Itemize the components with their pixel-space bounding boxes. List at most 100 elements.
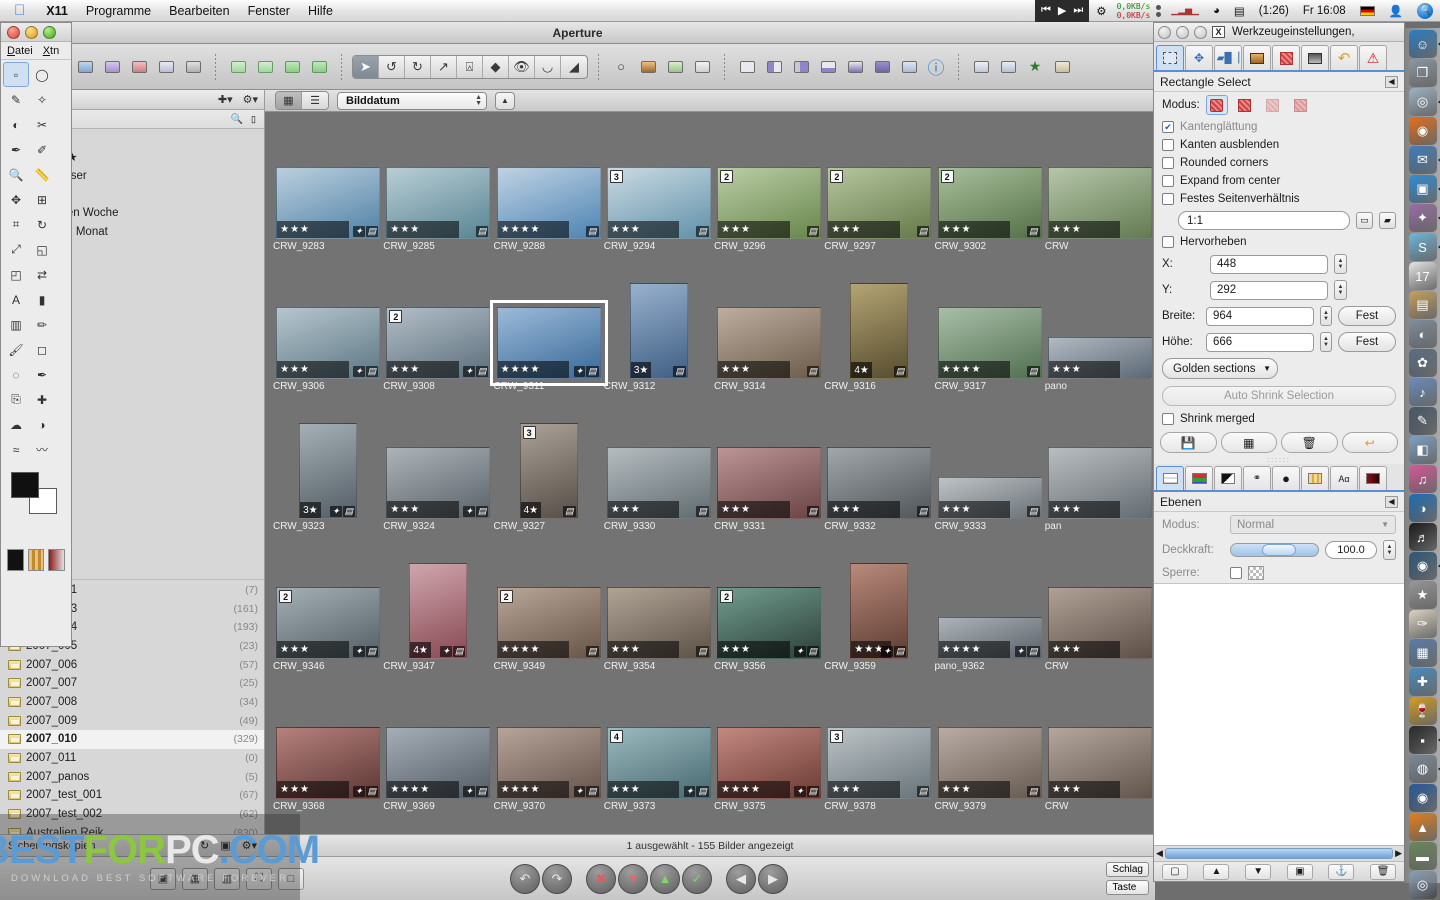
gradients-icon[interactable] [1359,466,1387,490]
sidebar-collapse-icon[interactable]: ▯ [251,114,256,125]
new-book-icon[interactable] [154,55,178,79]
shortcut-button[interactable]: Taste [1106,880,1149,895]
cpu-monitor-icon[interactable] [1153,4,1164,17]
undo-icon[interactable]: ↶ [1330,45,1358,70]
gimp-tool-grid[interactable]: ▫ ◯ ✎ ✧ ◐ ✂ ✒ ✐ 🔍 📏 ✥ ⊞ ⌗ ↻ ⤢ ◱ ◰ ⇄ A ▮ ▥ ✏ 🖌 ◻ ◌ ✒ ⎘ ✚ ☁ ◑ ≈ 〰 [1,60,71,464]
aperture-titlebar[interactable]: Aperture [0,22,1155,44]
thumbnail-cell[interactable]: ★★★ ▤ CRW_9332 [824,447,934,532]
rect-select-icon[interactable]: ▫ [3,62,29,87]
rating-badge[interactable]: 4★ [410,642,431,658]
mode-row[interactable]: Modus: [1154,92,1404,118]
safari-icon[interactable]: ◎ [1408,88,1440,116]
thumbnail-cell[interactable]: ★★★ CRW [1045,587,1155,672]
thumbnail-image[interactable]: ★★★ ▤ [717,307,822,379]
new-layer-icon[interactable]: ▢ [1161,863,1188,880]
fixed-button[interactable]: Fest [1337,332,1396,352]
thumbnail-image[interactable]: ★★★ ✦ ▤ [276,727,381,799]
select-arrow-icon[interactable]: ➤ [353,55,379,78]
sidebar-item-project[interactable]: 2007_test_001 (67) [0,786,264,805]
ichat-icon[interactable]: ▣ [1408,175,1440,203]
handbrake-icon[interactable]: 🍷 [1408,697,1437,725]
align-icon[interactable]: ⊞ [29,187,55,212]
rating-badge[interactable]: ★★★ [1048,781,1121,798]
metadata-badge-icon[interactable]: ▤ [1027,226,1040,237]
check-green-2-icon[interactable] [253,55,277,79]
thumbnail-cell[interactable]: 2 ★★★ ▤ CRW_9302 [935,167,1045,252]
stack-badge[interactable]: 3 [830,730,844,743]
zoom-button[interactable] [43,25,56,39]
opacity-stepper[interactable]: ▲ ▼ [1383,540,1396,560]
worldclock-icon[interactable]: ◍ [1408,755,1440,783]
thumbnail-cell[interactable]: ★★★ ▤ CRW_9354 [604,587,714,672]
rating-badge[interactable]: ★★★ [277,641,349,658]
gimp-dock-titlebar[interactable]: X Werkzeugeinstellungen, [1154,23,1404,42]
thumbnail-image[interactable]: 4★ ▤ [850,283,909,379]
sidebar-item-project[interactable]: 2007_008 (34) [0,693,264,712]
field-input[interactable]: 292 [1210,280,1328,300]
thumbnail-image[interactable]: ★★★ [1047,587,1152,659]
lower-layer-icon[interactable]: ▼ [1245,863,1272,880]
rating-badge[interactable]: ★★★★ [497,781,570,798]
gimp-toolbox-titlebar[interactable] [1,23,71,42]
ical-icon[interactable]: 17 [1408,262,1437,290]
googleearth-icon[interactable]: ◉ [1408,784,1437,812]
thumbnail-image[interactable]: ★★★ ▤ [717,447,822,519]
rating-badge[interactable]: ★★★ [607,781,680,798]
import-icon[interactable] [280,55,304,79]
navigation-group[interactable]: ◀ ▶ [726,863,788,894]
metadata-badge-icon[interactable]: ▤ [586,646,599,657]
rating-badge[interactable]: ★★★★ [718,781,790,798]
lock-alpha-checkbox[interactable] [1230,567,1242,579]
thumbnail-cell[interactable]: ★★★ ▤ CRW_9314 [714,307,824,392]
thumbnail-image[interactable]: 3★ ✦ ▤ [299,423,358,519]
metadata-badge-icon[interactable]: ▤ [1027,366,1040,377]
loupe-icon[interactable]: ○ [609,55,633,79]
skype-icon[interactable]: S [1408,233,1440,261]
ellipse-select-icon[interactable]: ◯ [29,62,55,87]
adjustment-badge-icon[interactable]: ✦ [573,366,586,377]
thumbnail-image[interactable]: 2 ★★★ ✦ ▤ [276,587,381,659]
tool-option-checkbox-row[interactable]: Rounded corners [1154,154,1404,172]
sort-field-popup[interactable]: Bilddatum ▲ ▼ [337,91,487,110]
close-button[interactable] [1158,25,1171,39]
macos-menu-bar[interactable]:  X11 Programme Bearbeiten Fenster Hilfe… [0,0,1440,22]
metadata-icon[interactable] [663,55,687,79]
metadata-badge-icon[interactable]: ▤ [1027,786,1040,797]
metadata-badge-icon[interactable]: ▤ [696,786,709,797]
thumbnail-cell[interactable]: ★★★★ ▤ CRW_9317 [935,307,1045,392]
plus-icon[interactable]: ✚▾ [218,93,233,106]
new-smart-album-icon[interactable] [100,55,124,79]
thumbnail-cell[interactable]: ★★★ pan [1045,447,1155,532]
blur-icon[interactable]: ≈ [3,437,29,462]
adjustment-badge-icon[interactable]: ✦ [330,506,342,517]
sidebar-item-project[interactable]: 2007_010 (329) [0,730,264,749]
replace-mode-icon[interactable] [1205,95,1228,115]
thumbnail-cell[interactable]: 2 ★★★★ ▤ CRW_9349 [494,587,604,672]
thumbnail-image[interactable]: ★★★ [1047,337,1152,379]
battery-icon[interactable]: ▤ [1227,0,1252,22]
adium-icon[interactable]: ✦ [1408,204,1440,232]
adjustment-badge-icon[interactable]: ✦ [794,646,806,657]
paths-icon[interactable]: ✒ [3,137,29,162]
metadata-badge-icon[interactable]: ▤ [806,646,820,657]
adjustments-icon[interactable] [636,55,660,79]
media-prev-icon[interactable]: ⏮ [1041,4,1051,17]
menu-item-fenster[interactable]: Fenster [239,0,299,22]
rating-badge[interactable]: ★★★ [938,221,1011,238]
fuse-icon[interactable]: ▬ [1408,842,1437,870]
sidebar-item-project[interactable]: 2007_011 (0) [0,749,264,768]
addressbook-icon[interactable]: ▤ [1408,291,1437,319]
thumbnail-image[interactable]: ★★★ [1047,447,1152,519]
field-input[interactable]: 448 [1210,254,1328,274]
menu-item-xtns[interactable]: Xtn [43,45,60,57]
metadata-badge-icon[interactable]: ▤ [696,506,709,517]
clock[interactable]: Fr 16:08 [1296,0,1353,22]
thumbnail-cell[interactable]: 3 ★★★ ▤ CRW_9294 [604,167,714,252]
menu-item-datei[interactable]: Datei [7,45,33,57]
view-mode-segmented[interactable]: ▦ ☰ [275,91,329,110]
rating-badge[interactable]: ★★★ [828,501,900,518]
tool-options-checkbox-list[interactable]: ✔ Kantenglättung Kanten ausblenden Rounded … [1154,118,1404,208]
layers-bottom-toolbar[interactable]: ▢ ▲ ▼ ▣ ⚓ 🗑 [1154,861,1404,881]
stack-badge[interactable]: 2 [940,170,954,183]
thumbnail-image[interactable]: 4★ ✦ ▤ [409,563,468,659]
